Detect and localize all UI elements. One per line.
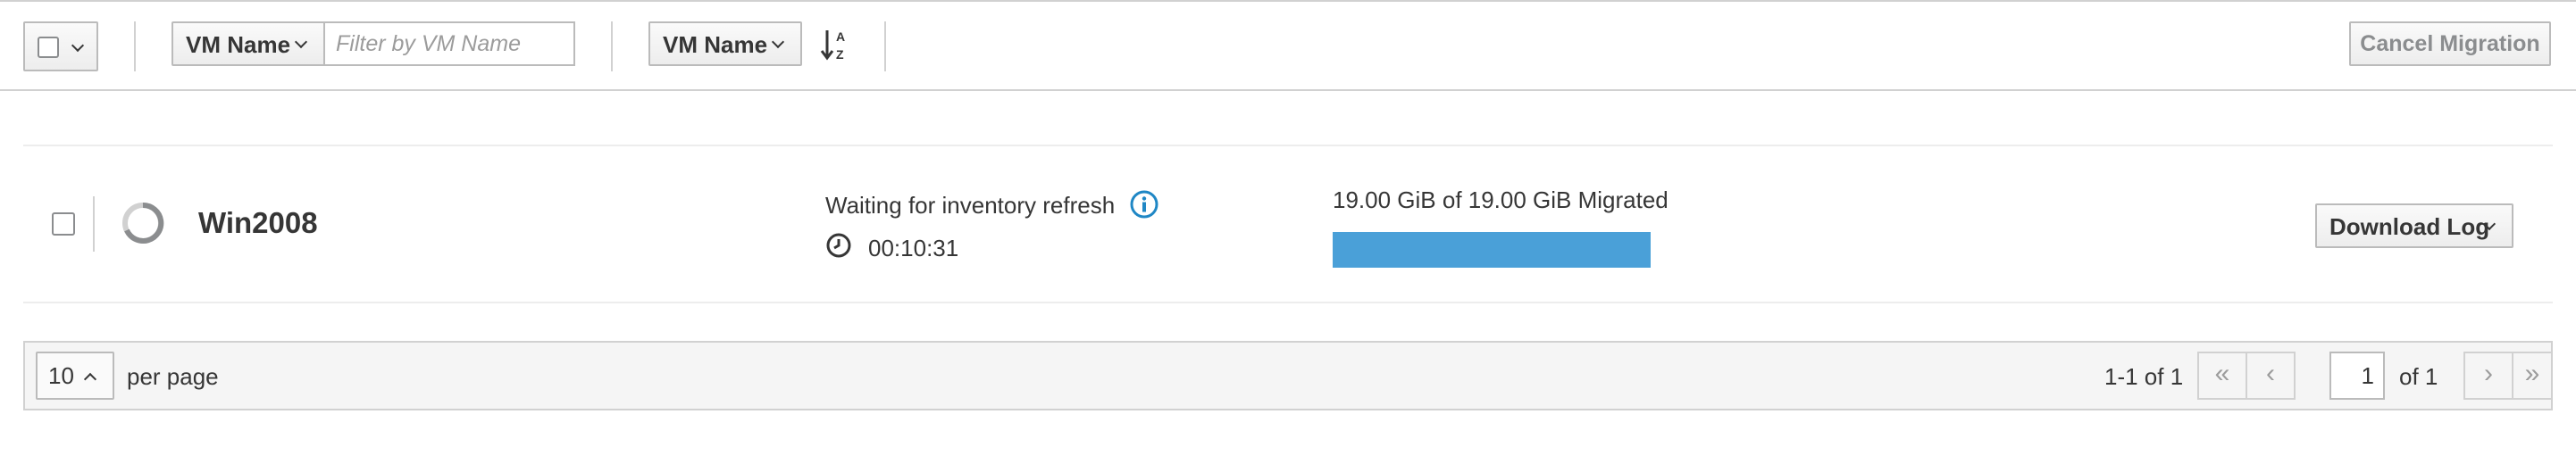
svg-text:Z: Z: [836, 47, 844, 62]
toolbar-divider: [884, 21, 886, 71]
bulk-select-checkbox[interactable]: [38, 37, 59, 58]
last-page-button[interactable]: »: [2512, 352, 2553, 400]
toolbar: VM Name VM Name A Z Cancel Migration: [0, 0, 2576, 91]
filter-field-label: VM Name: [186, 31, 291, 58]
per-page-label: per page: [127, 363, 219, 390]
chevron-left-icon: ‹: [2266, 359, 2275, 388]
next-page-button[interactable]: ›: [2463, 352, 2513, 400]
page-number-input[interactable]: [2329, 352, 2385, 400]
row-checkbox[interactable]: [52, 212, 75, 236]
chevron-down-icon: [71, 38, 85, 53]
chevron-down-icon: [294, 35, 308, 49]
sort-field-label: VM Name: [663, 31, 768, 58]
migration-progress-fill: [1333, 232, 1651, 268]
chevron-down-icon: [771, 35, 785, 49]
pagination-range: 1-1 of 1: [2104, 363, 2184, 390]
vm-row: Win2008 Waiting for inventory refresh 00…: [23, 145, 2553, 303]
toolbar-divider: [134, 21, 136, 71]
sort-field-dropdown[interactable]: VM Name: [648, 21, 802, 66]
toolbar-divider: [611, 21, 613, 71]
migration-progress-bar: [1333, 232, 1651, 268]
bulk-select-dropdown[interactable]: [23, 21, 98, 71]
migration-progress-text: 19.00 GiB of 19.00 GiB Migrated: [1333, 186, 1669, 213]
filter-field-dropdown[interactable]: VM Name: [171, 21, 325, 66]
pagination-bar: 10 per page 1-1 of 1 « ‹ of 1 › »: [23, 341, 2553, 410]
chevron-right-icon: ›: [2484, 359, 2493, 388]
filter-input[interactable]: [323, 21, 575, 66]
per-page-dropdown[interactable]: 10: [36, 352, 114, 400]
chevron-up-icon: [83, 372, 97, 386]
cancel-migration-label: Cancel Migration: [2360, 30, 2540, 56]
download-log-label: Download Log: [2329, 213, 2490, 240]
page-total: of 1: [2399, 363, 2438, 390]
double-chevron-right-icon: »: [2524, 359, 2540, 388]
loading-spinner-icon: [120, 200, 166, 246]
previous-page-button[interactable]: ‹: [2246, 352, 2296, 400]
svg-text:A: A: [836, 29, 845, 44]
first-page-button[interactable]: «: [2197, 352, 2247, 400]
row-divider: [93, 196, 95, 252]
cancel-migration-button[interactable]: Cancel Migration: [2349, 21, 2551, 66]
elapsed-time: 00:10:31: [868, 235, 959, 261]
per-page-value: 10: [48, 362, 74, 389]
status-text: Waiting for inventory refresh: [825, 192, 1116, 219]
double-chevron-left-icon: «: [2214, 359, 2230, 388]
download-log-button[interactable]: Download Log: [2315, 203, 2513, 248]
vm-name: Win2008: [198, 206, 318, 239]
clock-icon: [825, 232, 852, 259]
info-icon[interactable]: [1129, 189, 1159, 220]
sort-alpha-asc-icon[interactable]: A Z: [820, 27, 852, 62]
